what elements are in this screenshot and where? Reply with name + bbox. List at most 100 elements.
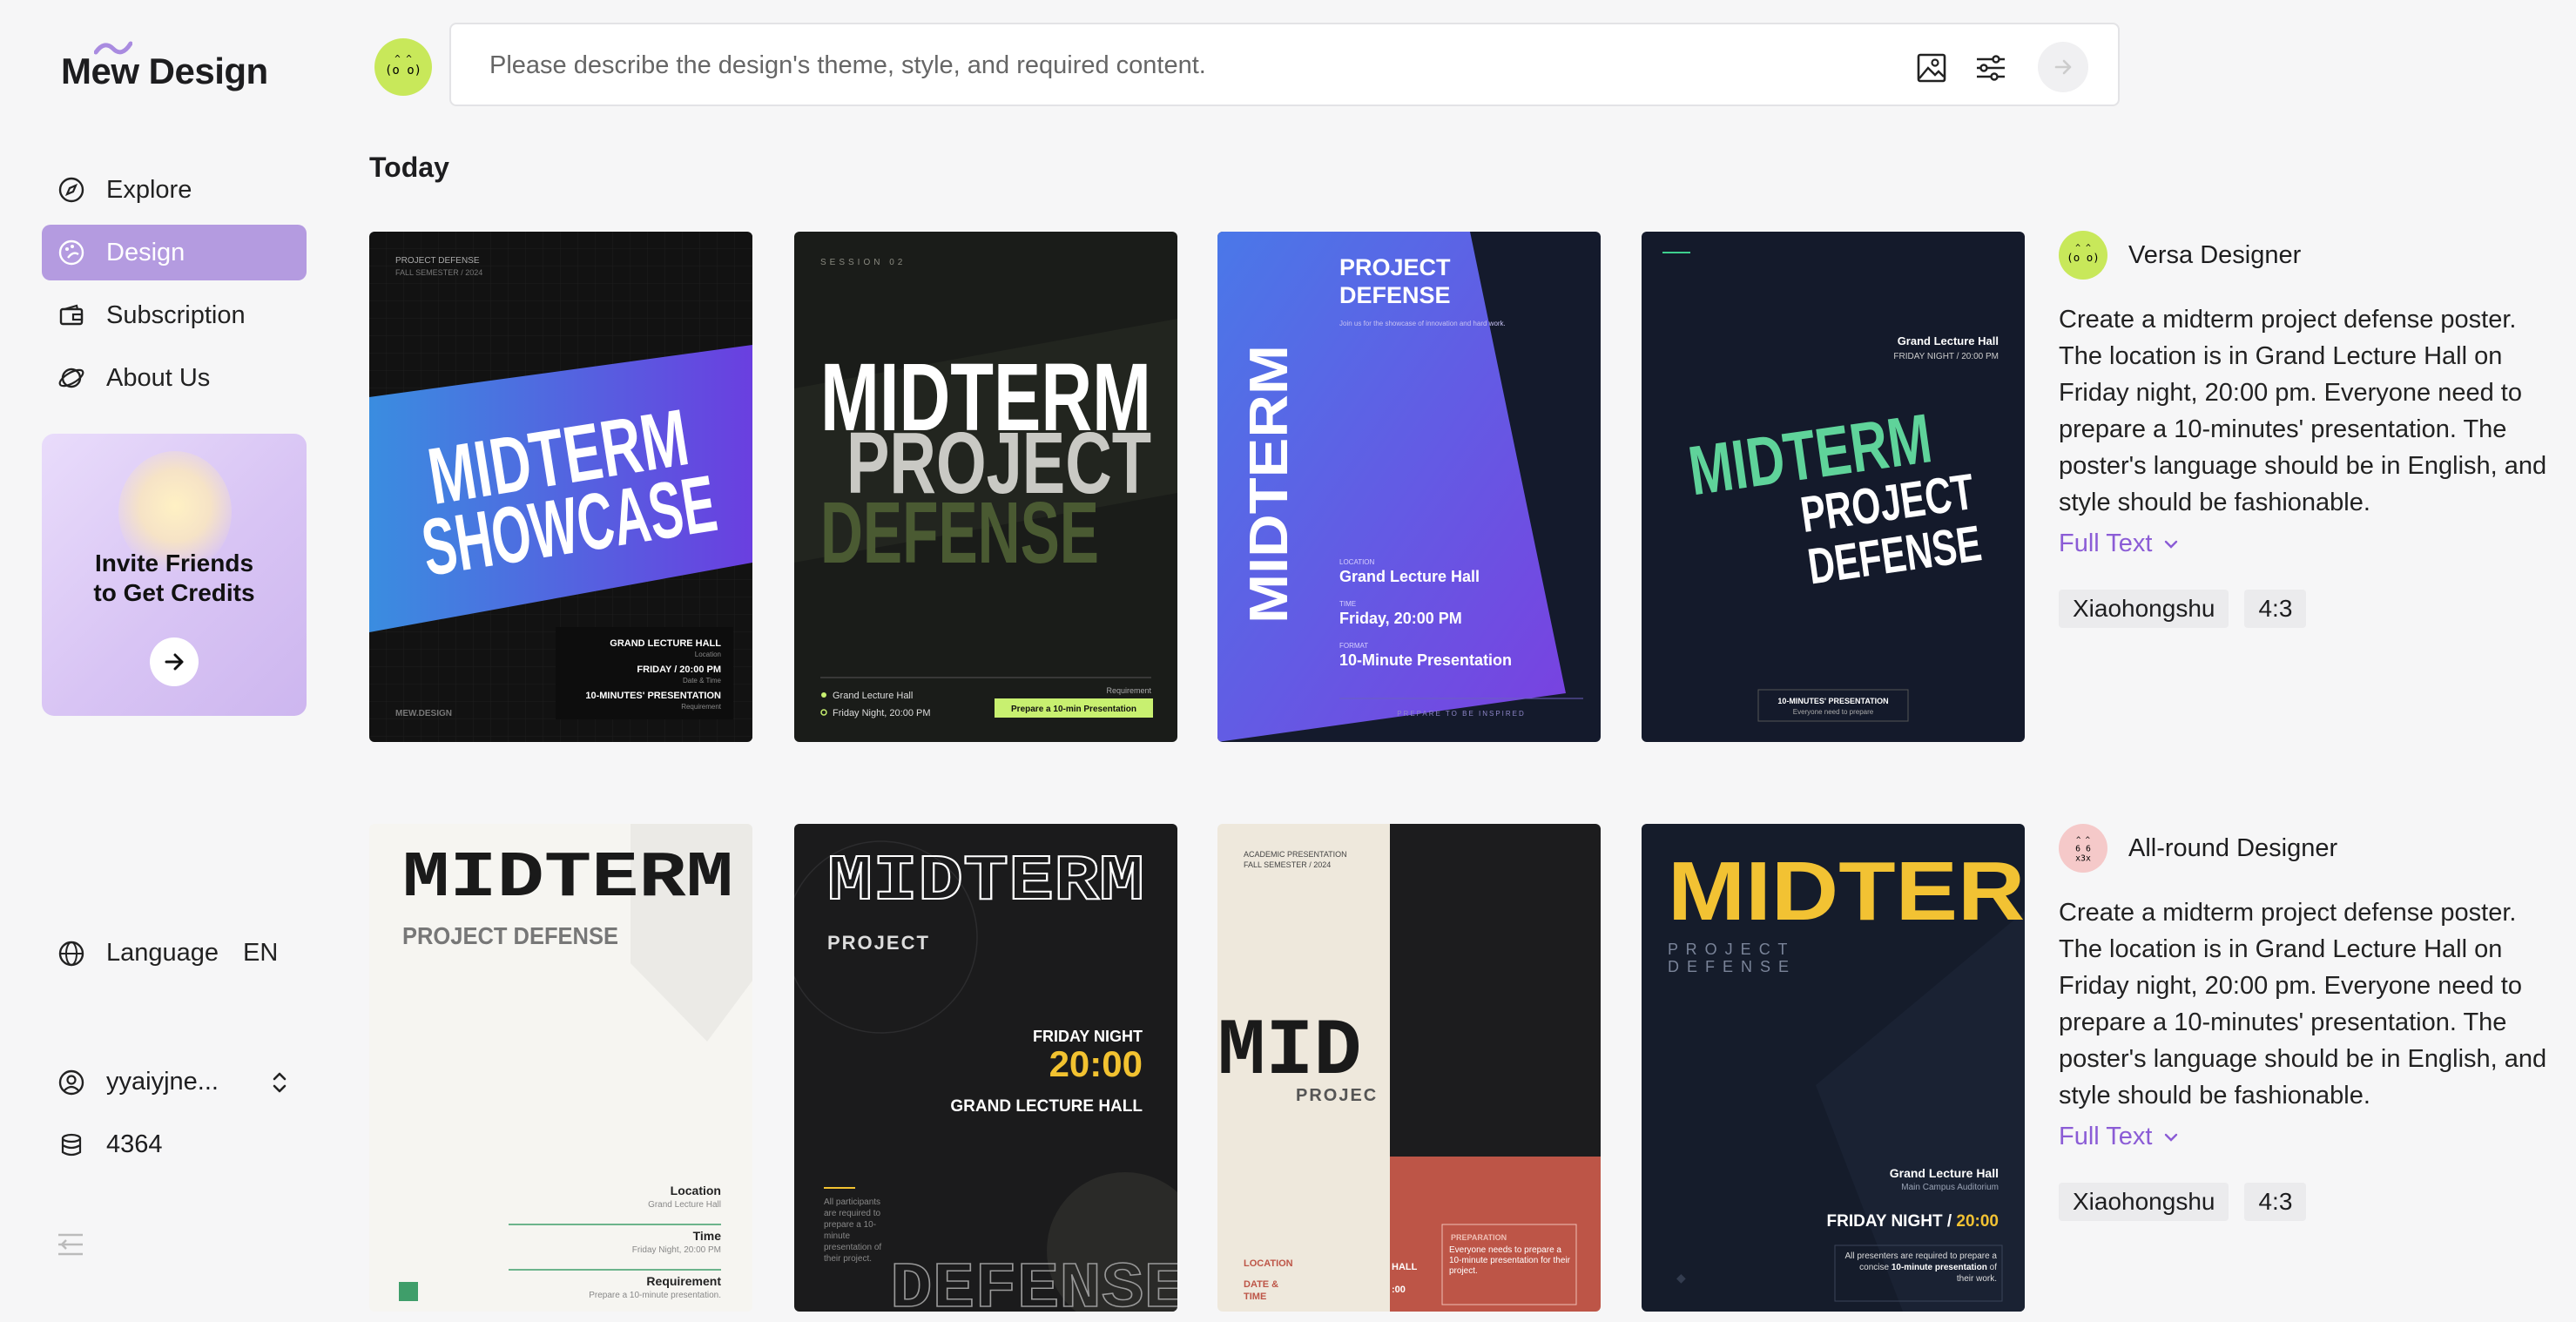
user-avatar[interactable]: ^ ^ (o o) xyxy=(374,38,432,96)
poster-text: Grand Lecture Hall xyxy=(1890,1166,1999,1180)
poster-text: LOCATION xyxy=(1339,558,1375,566)
promo-text: Invite Friends to Get Credits xyxy=(42,549,307,608)
poster-subtitle: PROJECT xyxy=(827,932,930,954)
send-button[interactable] xyxy=(2038,42,2088,92)
poster-text: TIME xyxy=(1339,600,1356,608)
designer-avatar: ^ ^ 6 6 x3x xyxy=(2059,824,2107,873)
credits-balance: 4364 xyxy=(57,1130,163,1159)
poster-title: MID xyxy=(1217,1006,1362,1097)
user-icon xyxy=(58,1069,84,1095)
poster-text: :00 xyxy=(1392,1285,1406,1295)
poster-text: FRIDAY NIGHT xyxy=(1033,1028,1143,1045)
logo-text: Mew Design xyxy=(61,51,268,91)
prompt-input[interactable] xyxy=(489,44,1709,87)
poster-text: Time xyxy=(693,1229,722,1243)
svg-text:^ ^: ^ ^ xyxy=(2076,836,2091,845)
poster-text: PROJEC xyxy=(1296,1086,1378,1105)
poster-card[interactable]: MIDTERI P R O J E C T D E F E N S E Gran… xyxy=(1642,824,2025,1312)
language-label: Language xyxy=(106,939,219,967)
poster-text: D E F E N S E xyxy=(1668,958,1790,975)
poster-card[interactable]: MIDTERM PROJECT DEFENSE Location Grand L… xyxy=(369,824,752,1312)
poster-title: DEFENSE xyxy=(890,1253,1177,1312)
poster-text: Grand Lecture Hall xyxy=(1898,334,1999,347)
nav-item-explore[interactable]: Explore xyxy=(42,162,307,218)
poster-6: MIDTERM PROJECT FRIDAY NIGHT 20:00 GRAND… xyxy=(794,824,1177,1312)
prompt-bar xyxy=(449,23,2120,106)
collapse-sidebar-icon[interactable] xyxy=(56,1231,85,1258)
poster-text: 10-Minute Presentation xyxy=(1339,651,1512,669)
cat-face-icon: ^ ^6 6x3x xyxy=(2075,836,2091,863)
poster-card[interactable]: PROJECT DEFENSE FALL SEMESTER / 2024 MID… xyxy=(369,232,752,742)
poster-text: 20:00 xyxy=(1049,1043,1143,1084)
svg-text:x3x: x3x xyxy=(2075,853,2091,863)
poster-5: MIDTERM PROJECT DEFENSE Location Grand L… xyxy=(369,824,752,1312)
poster-text: GRAND LECTURE HALL xyxy=(610,638,721,649)
palette-icon xyxy=(58,239,84,266)
planet-icon xyxy=(58,368,84,388)
tag-platform: Xiaohongshu xyxy=(2059,1183,2229,1221)
poster-text: FRIDAY NIGHT / 20:00 PM xyxy=(1893,352,1999,361)
poster-text: FALL SEMESTER / 2024 xyxy=(395,268,482,277)
poster-text: Grand Lecture Hall xyxy=(833,691,913,701)
poster-text: Date & Time xyxy=(683,677,722,685)
poster-card[interactable]: PROJECT DEFENSE Join us for the showcase… xyxy=(1217,232,1601,742)
poster-note: All participants are required to prepare… xyxy=(824,1197,881,1264)
poster-text: Grand Lecture Hall xyxy=(648,1200,721,1210)
poster-text: LOCATION xyxy=(1244,1258,1293,1269)
poster-4: Grand Lecture Hall FRIDAY NIGHT / 20:00 … xyxy=(1642,232,2025,742)
nav-item-design[interactable]: Design xyxy=(42,225,307,280)
language-selector[interactable]: Language EN xyxy=(57,939,278,968)
nav-item-subscription[interactable]: Subscription xyxy=(42,287,307,343)
poster-text: Friday, 20:00 PM xyxy=(1339,610,1462,627)
poster-title: MIDTERM xyxy=(827,846,1144,919)
poster-card[interactable]: MIDTERM PROJECT FRIDAY NIGHT 20:00 GRAND… xyxy=(794,824,1177,1312)
nav-item-about-us[interactable]: About Us xyxy=(42,350,307,406)
poster-text: Grand Lecture Hall xyxy=(1339,568,1480,585)
coins-icon xyxy=(61,1133,82,1156)
designer-head: ^ ^ 6 6 x3x All-round Designer xyxy=(2059,820,2564,877)
full-text-label: Full Text xyxy=(2059,529,2153,557)
nav-label: Explore xyxy=(106,175,192,204)
user-name: yyaiyjne... xyxy=(106,1068,219,1096)
poster-text: Requirement xyxy=(681,703,722,711)
poster-1: PROJECT DEFENSE FALL SEMESTER / 2024 MID… xyxy=(369,232,752,742)
poster-card[interactable]: SESSION 02 MIDTERM PROJECT DEFENSE Grand… xyxy=(794,232,1177,742)
full-text-toggle[interactable]: Full Text xyxy=(2059,529,2564,558)
tag-platform: Xiaohongshu xyxy=(2059,590,2229,628)
tag-ratio: 4:3 xyxy=(2244,1183,2307,1221)
poster-text: PREPARATION xyxy=(1451,1233,1507,1242)
poster-note: Everyone needs to prepare a 10-minute pr… xyxy=(1449,1245,1570,1276)
promo-arrow-button[interactable] xyxy=(150,637,199,686)
sliders-icon[interactable] xyxy=(1973,51,2008,85)
designer-name: Versa Designer xyxy=(2128,240,2302,269)
full-text-toggle[interactable]: Full Text xyxy=(2059,1123,2564,1151)
poster-text: HALL xyxy=(1392,1262,1418,1272)
poster-card[interactable]: Grand Lecture Hall FRIDAY NIGHT / 20:00 … xyxy=(1642,232,2025,742)
logo[interactable]: Mew Design xyxy=(61,41,268,92)
poster-text: Prepare a 10-min Presentation xyxy=(1011,705,1136,714)
main-nav: Explore Design Subscription About Us xyxy=(42,162,307,413)
poster-text: Prepare a 10-minute presentation. xyxy=(589,1291,721,1300)
full-text-label: Full Text xyxy=(2059,1123,2153,1150)
chevron-up-down-icon[interactable] xyxy=(266,1069,293,1096)
poster-text: Location xyxy=(695,651,721,658)
arrow-right-icon xyxy=(2054,59,2072,75)
poster-text: 10-MINUTES' PRESENTATION xyxy=(1777,697,1888,705)
user-account[interactable]: yyaiyjne... xyxy=(57,1068,293,1096)
poster-title: MIDTERM xyxy=(402,842,733,915)
nav-label: Design xyxy=(106,238,185,266)
nav-label: Subscription xyxy=(106,300,246,329)
poster-text: Friday Night, 20:00 PM xyxy=(833,708,931,718)
svg-text:(o o): (o o) xyxy=(385,64,421,78)
invite-friends-card[interactable]: Invite Friends to Get Credits xyxy=(42,434,307,716)
poster-7: ACADEMIC PRESENTATION FALL SEMESTER / 20… xyxy=(1217,824,1601,1312)
tag-list: Xiaohongshu 4:3 xyxy=(2059,590,2564,628)
cat-face-icon: ^ ^(o o) xyxy=(2067,244,2100,265)
poster-title: DEFENSE xyxy=(820,484,1099,582)
poster-3: PROJECT DEFENSE Join us for the showcase… xyxy=(1217,232,1601,742)
poster-card[interactable]: ACADEMIC PRESENTATION FALL SEMESTER / 20… xyxy=(1217,824,1601,1312)
credits-value: 4364 xyxy=(106,1130,163,1158)
sidebar: Mew Design Explore Design Subscription A… xyxy=(0,0,340,1322)
image-upload-icon[interactable] xyxy=(1914,51,1949,85)
poster-text: FRIDAY NIGHT / xyxy=(1827,1212,1957,1231)
